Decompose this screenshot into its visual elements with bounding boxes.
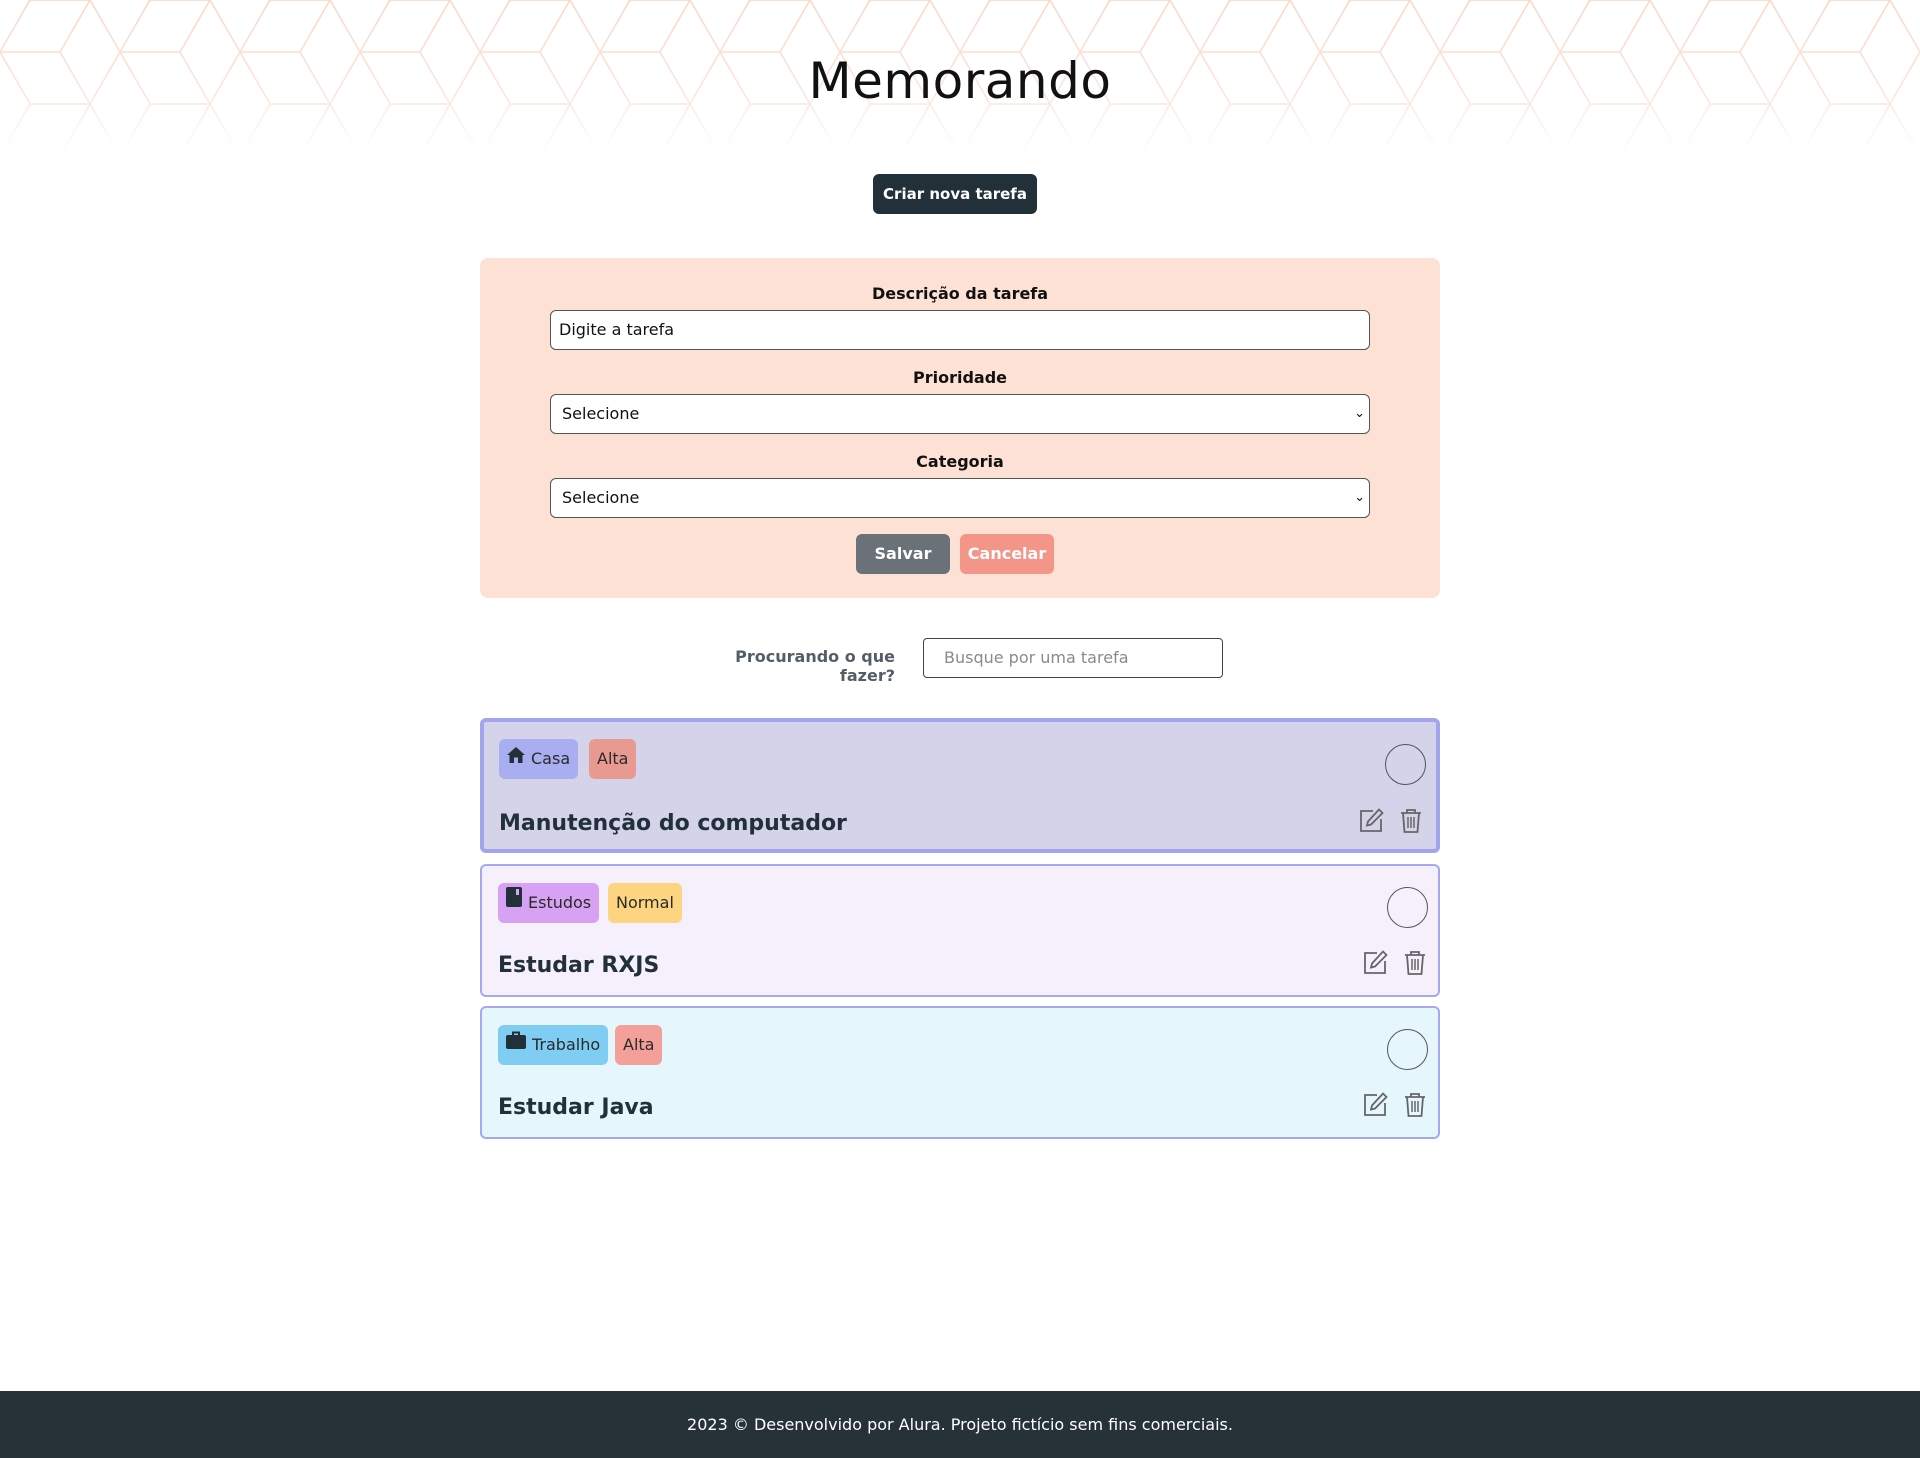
priority-label: Prioridade [912,368,1008,387]
briefcase-icon [506,1024,526,1064]
category-select[interactable]: Selecione ⌄ [550,478,1370,518]
category-tag: Casa [499,738,579,779]
priority-select-value: Selecione [562,404,640,423]
trash-icon[interactable] [1398,808,1424,834]
task-title: Estudar RXJS [498,953,660,978]
task-title: Estudar Java [498,1095,654,1120]
edit-icon[interactable] [1362,950,1388,976]
book-icon [506,882,522,922]
home-icon [507,738,525,778]
cancel-button[interactable]: Cancelar [960,534,1054,574]
trash-icon[interactable] [1402,1092,1428,1118]
priority-tag: Alta [589,739,637,779]
trash-icon[interactable] [1402,950,1428,976]
create-task-button[interactable]: Criar nova tarefa [873,174,1037,214]
page-title: Memorando [808,52,1112,110]
search-label: Procurando o que fazer? [735,647,895,685]
search-input[interactable]: Busque por uma tarefa [923,638,1223,678]
priority-tag: Normal [608,883,682,923]
chevron-down-icon: ⌄ [1354,490,1365,505]
edit-icon[interactable] [1362,1092,1388,1118]
category-label: Categoria [916,452,1004,471]
chevron-down-icon: ⌄ [1354,406,1365,421]
edit-icon[interactable] [1358,808,1384,834]
category-tag: Trabalho [498,1024,609,1065]
complete-checkbox[interactable] [1387,1029,1428,1070]
save-button[interactable]: Salvar [856,534,950,574]
category-tag: Estudos [498,882,600,923]
category-select-value: Selecione [562,488,640,507]
task-title: Manutenção do computador [499,811,847,836]
priority-tag: Alta [615,1025,663,1065]
task-card: Estudos Normal Estudar RXJS [480,864,1440,997]
task-form: Descrição da tarefa Digite a tarefa Prio… [480,258,1440,598]
page-footer: 2023 © Desenvolvido por Alura. Projeto f… [0,1391,1920,1458]
category-tag-label: Estudos [528,893,592,912]
category-tag-label: Trabalho [532,1035,601,1054]
complete-checkbox[interactable] [1387,887,1428,928]
description-input[interactable]: Digite a tarefa [550,310,1370,350]
category-tag-label: Casa [531,749,571,768]
priority-select[interactable]: Selecione ⌄ [550,394,1370,434]
task-card: Trabalho Alta Estudar Java [480,1006,1440,1139]
description-label: Descrição da tarefa [871,284,1049,303]
complete-checkbox[interactable] [1385,744,1426,785]
task-card: Casa Alta Manutenção do computador [480,718,1440,853]
